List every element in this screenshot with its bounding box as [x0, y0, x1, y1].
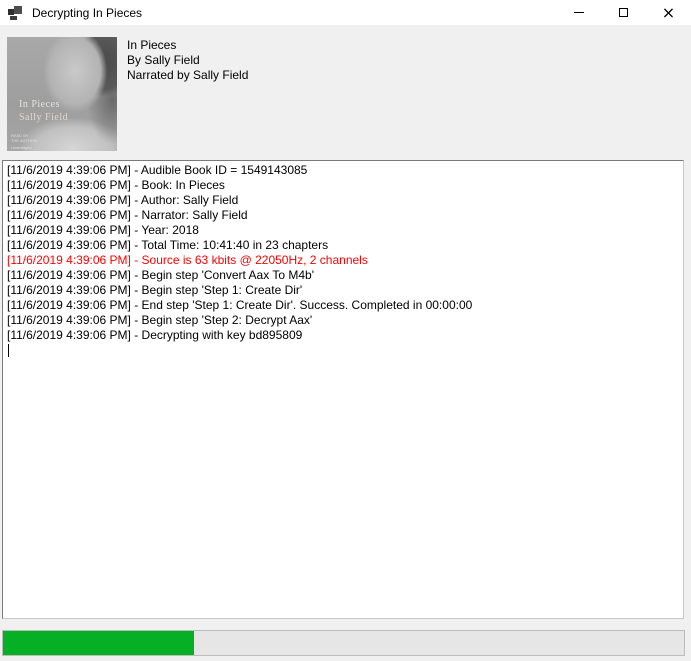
log-line: [11/6/2019 4:39:06 PM] - End step 'Step … [7, 298, 681, 313]
log-line: [11/6/2019 4:39:06 PM] - Decrypting with… [7, 328, 681, 343]
log-line: [11/6/2019 4:39:06 PM] - Year: 2018 [7, 223, 681, 238]
minimize-icon [574, 12, 584, 13]
maximize-icon [619, 8, 628, 17]
progress-bar [2, 630, 685, 656]
book-cover-image: In Pieces Sally Field READ BY THE AUTHOR… [7, 37, 117, 151]
window-controls: × [556, 0, 691, 25]
app-icon [8, 6, 22, 20]
log-line: [11/6/2019 4:39:06 PM] - Total Time: 10:… [7, 238, 681, 253]
book-title: In Pieces [127, 38, 248, 53]
cover-readby-text: READ BY THE AUTHOR [11, 133, 37, 143]
log-line: [11/6/2019 4:39:06 PM] - Audible Book ID… [7, 163, 681, 178]
cover-author-text: Sally Field [19, 112, 68, 123]
book-info: In Pieces By Sally Field Narrated by Sal… [127, 38, 248, 83]
log-line: [11/6/2019 4:39:06 PM] - Book: In Pieces [7, 178, 681, 193]
book-narrator: Narrated by Sally Field [127, 68, 248, 83]
log-line: [11/6/2019 4:39:06 PM] - Begin step 'Con… [7, 268, 681, 283]
log-textbox[interactable]: [11/6/2019 4:39:06 PM] - Audible Book ID… [2, 160, 684, 619]
title-bar: Decrypting In Pieces × [0, 0, 691, 25]
text-caret [8, 344, 9, 357]
progress-fill [3, 631, 194, 655]
log-line: [11/6/2019 4:39:06 PM] - Author: Sally F… [7, 193, 681, 208]
log-line: [11/6/2019 4:39:06 PM] - Narrator: Sally… [7, 208, 681, 223]
close-button[interactable]: × [646, 0, 691, 25]
cover-unabridged-text: Unabridged [11, 145, 32, 150]
log-line: [11/6/2019 4:39:06 PM] - Begin step 'Ste… [7, 283, 681, 298]
close-icon: × [662, 5, 675, 21]
maximize-button[interactable] [601, 0, 646, 25]
window-title: Decrypting In Pieces [32, 6, 142, 20]
log-line: [11/6/2019 4:39:06 PM] - Source is 63 kb… [7, 253, 681, 268]
app-window: Decrypting In Pieces × In Pieces Sally F… [0, 0, 691, 661]
minimize-button[interactable] [556, 0, 601, 25]
cover-title-text: In Pieces [19, 99, 60, 110]
log-line: [11/6/2019 4:39:06 PM] - Begin step 'Ste… [7, 313, 681, 328]
book-author: By Sally Field [127, 53, 248, 68]
